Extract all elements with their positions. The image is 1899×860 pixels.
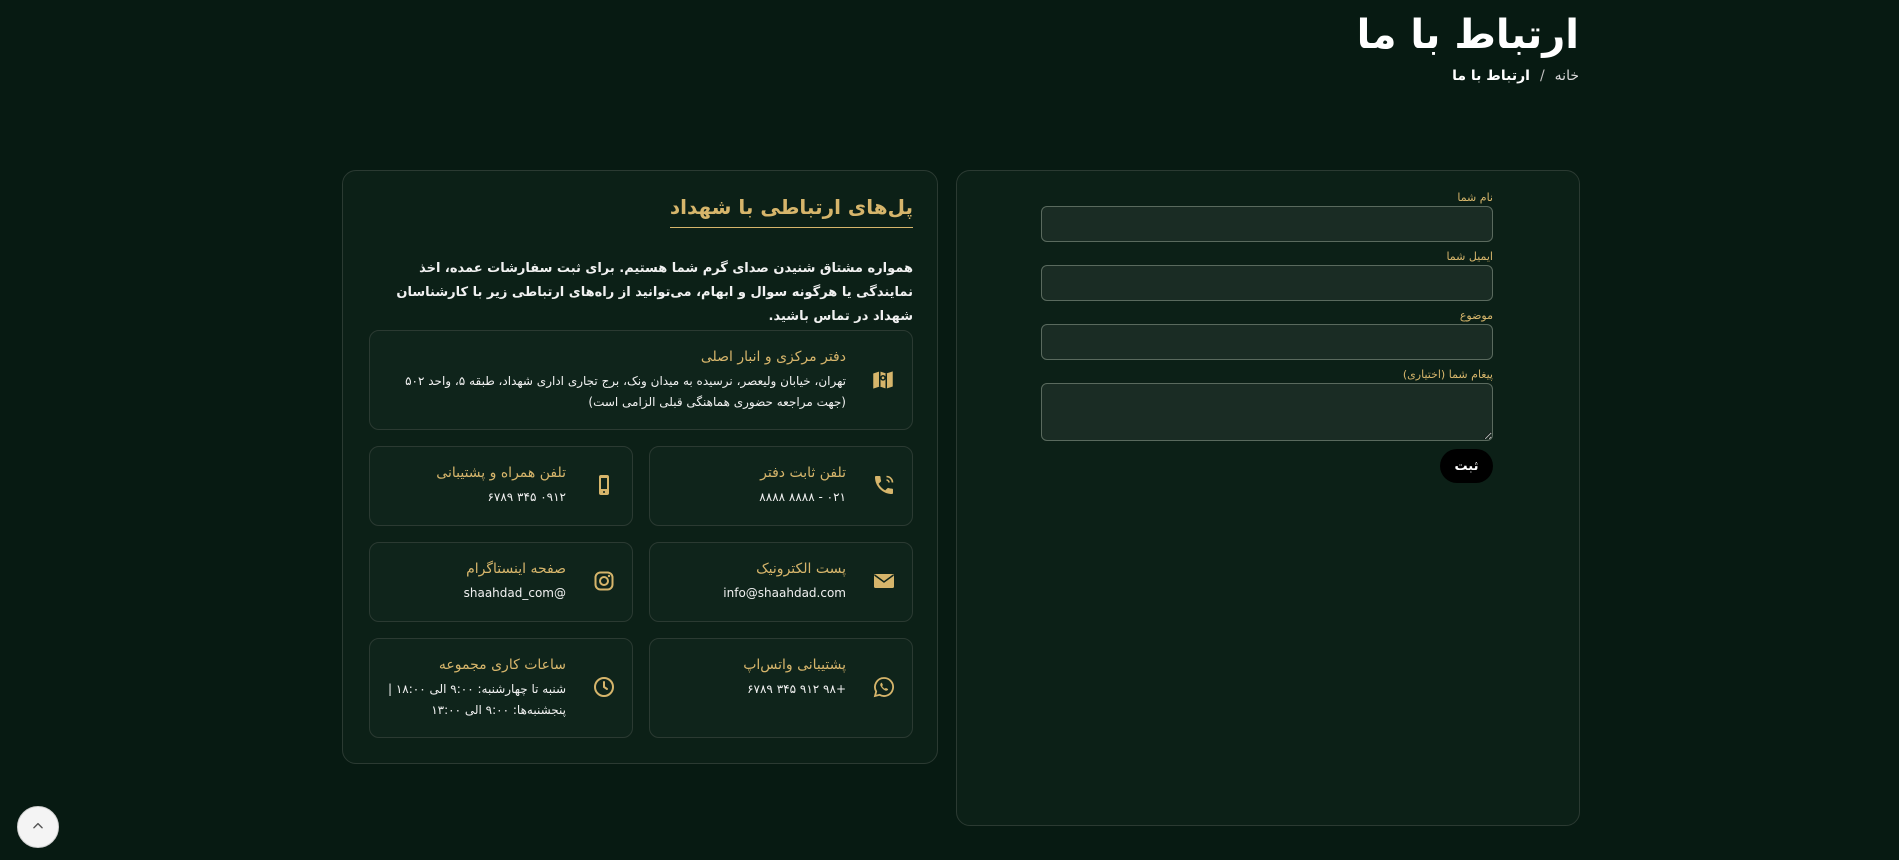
whatsapp-card: پشتیبانی واتس‌اپ +۹۸ ۹۱۲ ۳۴۵ ۶۷۸۹ bbox=[649, 638, 913, 738]
page-title: ارتباط با ما bbox=[1356, 12, 1579, 58]
email-card: پست الکترونیک info@shaahdad.com bbox=[649, 542, 913, 622]
office-title: دفتر مرکزی و انبار اصلی bbox=[700, 349, 846, 365]
message-field[interactable] bbox=[1041, 383, 1493, 441]
name-field-label: نام شما bbox=[1457, 191, 1493, 204]
hours-card: ساعات کاری مجموعه شنبه تا چهارشنبه: ۹:۰۰… bbox=[369, 638, 633, 738]
office-address: تهران، خیابان ولیعصر، نرسیده به میدان ون… bbox=[405, 374, 846, 409]
page-header: ارتباط با ما خانه / ارتباط با ما bbox=[1357, 10, 1579, 84]
mobile-icon bbox=[590, 473, 616, 499]
whatsapp-title: پشتیبانی واتس‌اپ bbox=[743, 657, 846, 673]
whatsapp-number[interactable]: +۹۸ ۹۱۲ ۳۴۵ ۶۷۸۹ bbox=[743, 679, 846, 700]
hours-title: ساعات کاری مجموعه bbox=[438, 657, 566, 673]
email-title: پست الکترونیک bbox=[756, 561, 846, 577]
scroll-to-top-button[interactable] bbox=[17, 806, 59, 848]
info-intro: همواره مشتاق شنیدن صدای گرم شما هستیم. ب… bbox=[396, 261, 913, 324]
breadcrumb: خانه / ارتباط با ما bbox=[1357, 68, 1579, 84]
breadcrumb-current: ارتباط با ما bbox=[1452, 68, 1530, 84]
name-field-group: نام شما bbox=[1041, 191, 1493, 242]
email-field[interactable] bbox=[1041, 265, 1493, 301]
instagram-title: صفحه اینستاگرام bbox=[466, 561, 566, 577]
mobile-title: تلفن همراه و پشتیبانی bbox=[436, 465, 566, 481]
clock-icon bbox=[590, 675, 616, 701]
mobile-number[interactable]: ۰۹۱۲ ۳۴۵ ۶۷۸۹ bbox=[436, 487, 566, 508]
contact-info-panel: پل‌های ارتباطی با شهداد همواره مشتاق شنی… bbox=[342, 170, 938, 764]
breadcrumb-home-link[interactable]: خانه bbox=[1555, 68, 1579, 84]
phone-icon bbox=[870, 473, 896, 499]
subject-field-group: موضوع bbox=[1041, 309, 1493, 360]
info-title: پل‌های ارتباطی با شهداد bbox=[669, 195, 913, 228]
office-card: دفتر مرکزی و انبار اصلی تهران، خیابان ول… bbox=[369, 330, 913, 430]
hours-weekdays: شنبه تا چهارشنبه: ۹:۰۰ الی ۱۸:۰۰ | bbox=[387, 682, 566, 696]
message-field-label: پیغام شما (اختیاری) bbox=[1402, 368, 1493, 381]
instagram-card: صفحه اینستاگرام @shaahdad_com bbox=[369, 542, 633, 622]
message-field-group: پیغام شما (اختیاری) bbox=[1041, 368, 1493, 445]
landline-card: تلفن ثابت دفتر ۰۲۱ - ۸۸۸۸ ۸۸۸۸ bbox=[649, 446, 913, 526]
whatsapp-icon bbox=[870, 675, 896, 701]
hours-thursday: پنجشنبه‌ها: ۹:۰۰ الی ۱۳:۰۰ bbox=[431, 703, 566, 717]
landline-number[interactable]: ۰۲۱ - ۸۸۸۸ ۸۸۸۸ bbox=[759, 487, 846, 508]
instagram-handle[interactable]: @shaahdad_com bbox=[464, 583, 566, 604]
name-field[interactable] bbox=[1041, 206, 1493, 242]
landline-title: تلفن ثابت دفتر bbox=[760, 465, 846, 481]
instagram-icon bbox=[590, 569, 616, 595]
chevron-up-icon bbox=[31, 818, 45, 837]
breadcrumb-separator: / bbox=[1539, 68, 1545, 84]
submit-button[interactable]: ثبت bbox=[1440, 449, 1493, 483]
email-field-label: ایمیل شما bbox=[1446, 250, 1493, 263]
contact-form-panel: نام شما ایمیل شما موضوع پیغام شما (اختیا… bbox=[956, 170, 1580, 826]
map-icon bbox=[870, 367, 896, 393]
email-address[interactable]: info@shaahdad.com bbox=[723, 583, 846, 604]
email-field-group: ایمیل شما bbox=[1041, 250, 1493, 301]
mobile-card: تلفن همراه و پشتیبانی ۰۹۱۲ ۳۴۵ ۶۷۸۹ bbox=[369, 446, 633, 526]
subject-field[interactable] bbox=[1041, 324, 1493, 360]
envelope-icon bbox=[870, 569, 896, 595]
subject-field-label: موضوع bbox=[1459, 309, 1493, 322]
